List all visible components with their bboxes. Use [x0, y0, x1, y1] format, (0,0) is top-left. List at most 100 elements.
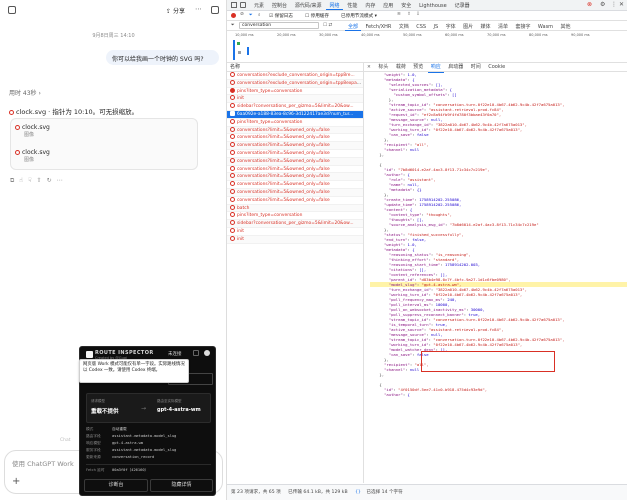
timeline-tick: 80,000 ms: [529, 33, 548, 37]
chevron-right-icon: ›: [38, 90, 41, 97]
detail-tab-preview[interactable]: 预览: [410, 63, 426, 72]
chip-all[interactable]: 全部: [345, 23, 362, 31]
chip-wasm[interactable]: Wasm: [535, 24, 556, 30]
response-text: clock.svg · 指针为 10:10。可无损缩放。: [16, 108, 139, 116]
close-detail-icon[interactable]: ✕: [364, 65, 374, 70]
close-devtools-icon[interactable]: ✕: [619, 1, 624, 8]
error-count-icon[interactable]: ⊗: [587, 1, 592, 8]
tab-console[interactable]: 控制台: [269, 2, 290, 9]
tab-elements[interactable]: 元素: [251, 2, 267, 9]
tab-network[interactable]: 网络: [326, 2, 343, 10]
request-row[interactable]: conversations?limit=5&owned_only=false: [227, 165, 363, 174]
console-button[interactable]: 诊断台: [84, 479, 148, 492]
copy-icon[interactable]: ⧉: [10, 177, 19, 184]
chip-manifest[interactable]: 清单: [495, 23, 511, 30]
throttle-select[interactable]: 已停用节流模式 ▾: [341, 13, 377, 19]
clear-icon[interactable]: ⊘: [240, 12, 244, 17]
request-row[interactable]: pins?item_type=conversation: [227, 212, 363, 221]
json-token: "channel": [384, 367, 406, 372]
detail-tab-payload[interactable]: 载荷: [393, 63, 409, 72]
inspect-element-icon[interactable]: [231, 2, 237, 8]
request-row[interactable]: init: [227, 227, 363, 236]
close-icon[interactable]: [204, 350, 210, 356]
tab-security[interactable]: 安全: [398, 2, 414, 9]
preserve-log-checkbox[interactable]: ☑ 保留日志: [269, 13, 293, 19]
request-row[interactable]: init: [227, 95, 363, 104]
request-row[interactable]: conversations?limit=5&owned_only=false: [227, 188, 363, 197]
attachment-item[interactable]: clock.svg 图像: [15, 149, 50, 163]
tab-performance[interactable]: 性能: [344, 2, 360, 9]
tab-application[interactable]: 应用: [380, 2, 396, 9]
request-row[interactable]: conversations?limit=5&owned_only=false: [227, 173, 363, 182]
record-icon[interactable]: [231, 13, 236, 18]
request-row[interactable]: conversations?exclude_conversation_origi…: [227, 72, 363, 80]
detail-tab-initiator[interactable]: 启动器: [445, 63, 466, 72]
thinking-toggle[interactable]: 用时 43秒 ›: [9, 88, 41, 97]
chip-doc[interactable]: 文档: [396, 23, 412, 30]
network-filter-input[interactable]: conversation: [239, 22, 319, 29]
chip-ws[interactable]: 套接字: [512, 23, 533, 30]
request-row[interactable]: sidebar?conversations_per_gizmo=5&limit=…: [227, 103, 363, 111]
attachment-item[interactable]: clock.svg 图像: [15, 124, 50, 138]
tab-memory[interactable]: 内存: [362, 2, 378, 9]
chip-other[interactable]: 其他: [558, 23, 574, 30]
chip-img[interactable]: 图片: [460, 23, 476, 30]
request-row[interactable]: conversations?exclude_conversation_origi…: [227, 79, 363, 88]
attachment-type: 图像: [24, 132, 35, 138]
tab-lighthouse[interactable]: Lighthouse: [416, 3, 450, 9]
share-button[interactable]: ⇪ 分享: [166, 6, 185, 15]
thumbs-up-icon[interactable]: ☝: [19, 177, 28, 184]
request-row[interactable]: pins?item_type=conversation: [227, 118, 363, 127]
chip-js[interactable]: JS: [431, 24, 442, 30]
more-options-icon[interactable]: ⋮: [611, 1, 617, 8]
upload-icon[interactable]: ⇧: [37, 177, 47, 184]
request-row[interactable]: conversations?limit=5&owned_only=false: [227, 126, 363, 135]
sidebar-toggle-icon[interactable]: [8, 6, 16, 14]
detail-tab-cookies[interactable]: Cookie: [485, 63, 508, 72]
tab-sources[interactable]: 源代码/来源: [292, 2, 325, 9]
request-row[interactable]: conversations?limit=5&owned_only=false: [227, 142, 363, 150]
error-icon: [230, 95, 235, 101]
device-toolbar-icon[interactable]: [240, 2, 246, 8]
request-row[interactable]: conversations?limit=5&owned_only=false: [227, 134, 363, 143]
more-icon[interactable]: ⋯: [57, 177, 68, 184]
chip-css[interactable]: CSS: [413, 24, 429, 30]
request-row[interactable]: pins?item_type=conversation: [227, 87, 363, 96]
request-row[interactable]: 6aa092e-a188-83ea-8c96-3d122417ae3d?num_…: [227, 110, 363, 119]
hide-details-button[interactable]: 隐藏详情: [150, 479, 213, 492]
detail-tab-timing[interactable]: 时间: [468, 63, 484, 72]
invert-checkbox[interactable]: ☐ ⇄: [323, 23, 332, 28]
thumbs-down-icon[interactable]: ☟: [28, 177, 37, 184]
detail-tab-response[interactable]: 响应: [427, 63, 444, 73]
disable-cache-checkbox[interactable]: ☐ 停用缓存: [305, 13, 329, 19]
chip-fetch-xhr[interactable]: Fetch/XHR: [362, 24, 394, 30]
request-row[interactable]: conversations?limit=5&owned_only=false: [227, 196, 363, 205]
search-icon[interactable]: ⌕: [258, 12, 261, 18]
name-column-header[interactable]: 名称: [227, 63, 363, 72]
tab-recorder[interactable]: 记录器: [452, 2, 473, 9]
minimize-icon[interactable]: [193, 350, 199, 356]
import-icon[interactable]: ⇧: [407, 12, 411, 17]
chat-input[interactable]: 使用 ChatGPT Work: [12, 458, 74, 468]
settings-gear-icon[interactable]: ⚙: [600, 1, 605, 8]
inspector-row: 模式 自动重载: [86, 427, 211, 434]
request-row[interactable]: conversations?limit=5&owned_only=false: [227, 181, 363, 189]
request-row[interactable]: init: [227, 235, 363, 244]
pretty-print-icon[interactable]: {}: [349, 490, 361, 495]
network-timeline-overview[interactable]: 10,000 ms 20,000 ms 30,000 ms 40,000 ms …: [227, 31, 627, 63]
export-icon[interactable]: ⇩: [416, 12, 420, 17]
wifi-icon[interactable]: ≋: [397, 12, 401, 17]
request-row[interactable]: conversations?limit=5&owned_only=false: [227, 149, 363, 158]
request-row[interactable]: sidebar?conversations_per_gizmo=5&limit=…: [227, 220, 363, 228]
plus-icon[interactable]: +: [12, 476, 20, 487]
request-row[interactable]: batch: [227, 204, 363, 213]
request-row[interactable]: conversations?limit=5&owned_only=false: [227, 157, 363, 166]
response-json-view[interactable]: "weight": 1.0, "metadata": { "selected_s…: [364, 72, 627, 481]
panel-icon[interactable]: [211, 6, 219, 14]
regenerate-icon[interactable]: ↻: [47, 177, 57, 184]
more-icon[interactable]: ⋯: [195, 5, 202, 13]
filter-icon[interactable]: ⏷: [249, 12, 253, 18]
chip-font[interactable]: 字体: [443, 23, 459, 30]
chip-media[interactable]: 媒体: [478, 23, 494, 30]
detail-tab-headers[interactable]: 标头: [375, 63, 391, 72]
